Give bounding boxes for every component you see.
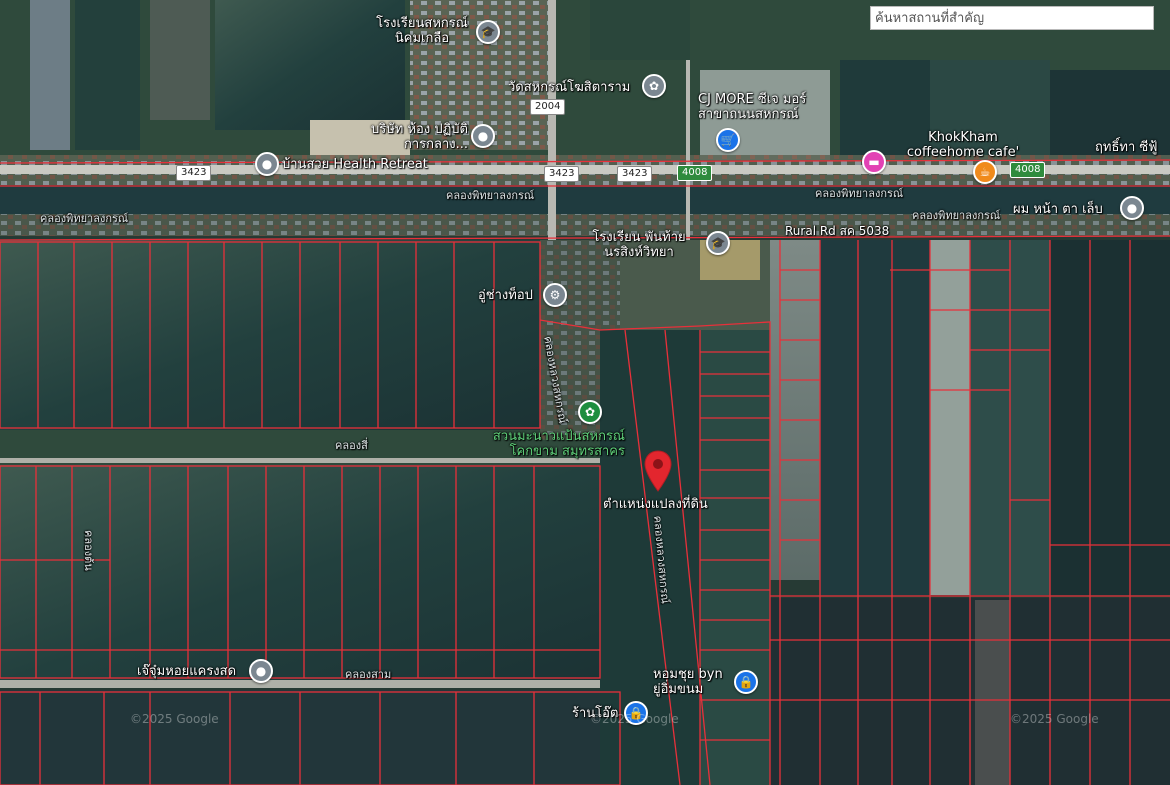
place-icon[interactable]: ●	[1120, 196, 1144, 220]
repair-icon[interactable]: ⚙	[543, 283, 567, 307]
canal-label: คลองสาม	[345, 668, 392, 681]
canal-label: คลองพิทยาลงกรณ์	[446, 189, 535, 202]
canal-label: คลองพิทยาลงกรณ์	[815, 187, 904, 200]
poi-label[interactable]: โรงเรียนสหกรณ์ นิคมเกลือ	[372, 16, 472, 46]
poi-label[interactable]: เจ๊จุ๋มหอยแครงสด	[137, 664, 236, 679]
location-pin-icon[interactable]	[643, 450, 673, 492]
search-input[interactable]	[870, 6, 1154, 30]
route-shield: 3423	[617, 166, 653, 182]
canal-label: คลองสี่	[335, 439, 368, 452]
map-watermark: ©2025 Google	[1010, 712, 1099, 726]
route-shield: 3423	[176, 165, 212, 181]
shopping-cart-icon[interactable]: 🛒	[716, 128, 740, 152]
route-shield: 3423	[544, 166, 580, 182]
route-shield: 2004	[530, 99, 566, 115]
school-icon[interactable]: 🎓	[706, 231, 730, 255]
place-icon[interactable]: ●	[249, 659, 273, 683]
canal-label: คลองพิทยาลงกรณ์	[912, 209, 1001, 222]
temple-icon[interactable]: ✿	[642, 74, 666, 98]
place-icon[interactable]: ●	[471, 124, 495, 148]
shopping-bag-icon[interactable]: 🔒	[734, 670, 758, 694]
route-shield: 4008	[677, 165, 713, 181]
poi-label[interactable]: ฤทธิ์ทา ซีฟู้	[1095, 140, 1157, 155]
garden-icon[interactable]: ✿	[578, 400, 602, 424]
canal-label: คลองพิทยาลงกรณ์	[40, 212, 129, 225]
canal-label: คลองต้น	[82, 530, 95, 571]
poi-label[interactable]: บริษัท ห้อง ปฏิบัติการกลาง...	[368, 122, 468, 152]
map-watermark: ©2025 Google	[130, 712, 219, 726]
poi-label[interactable]: KhokKham coffeehome cafe'	[903, 130, 1023, 160]
poi-label[interactable]: อู่ช่างท็อป	[478, 288, 533, 303]
cafe-icon[interactable]: ☕	[973, 160, 997, 184]
route-shield: 4008	[1010, 162, 1046, 178]
road-label: Rural Rd สค 5038	[785, 224, 890, 238]
poi-label[interactable]: วัดสหกรณ์โฆสิตาราม	[508, 80, 630, 95]
place-icon[interactable]: ●	[255, 152, 279, 176]
poi-label[interactable]: ผม หน้า ตา เล็บ	[1013, 202, 1103, 217]
school-icon[interactable]: 🎓	[476, 20, 500, 44]
map-watermark: ©2025 Google	[590, 712, 679, 726]
poi-label[interactable]: หอมชุย byn ยู่อิ่มขนม	[653, 667, 733, 697]
marker-label: ตำแหน่งแปลงที่ดิน	[603, 497, 708, 512]
poi-label[interactable]: CJ MORE ซีเจ มอร์ สาขาถนนสหกรณ์	[698, 92, 828, 122]
hotel-icon[interactable]: ▬	[862, 150, 886, 174]
poi-label[interactable]: โรงเรียน พันท้ายนรสิงห์วิทยา	[575, 230, 703, 260]
poi-label[interactable]: สวนมะนาวแป้นสหกรณ์ โคกขาม สมุทรสาคร	[470, 429, 625, 459]
poi-label[interactable]: บ้านสวย Health Retreat	[282, 157, 428, 172]
